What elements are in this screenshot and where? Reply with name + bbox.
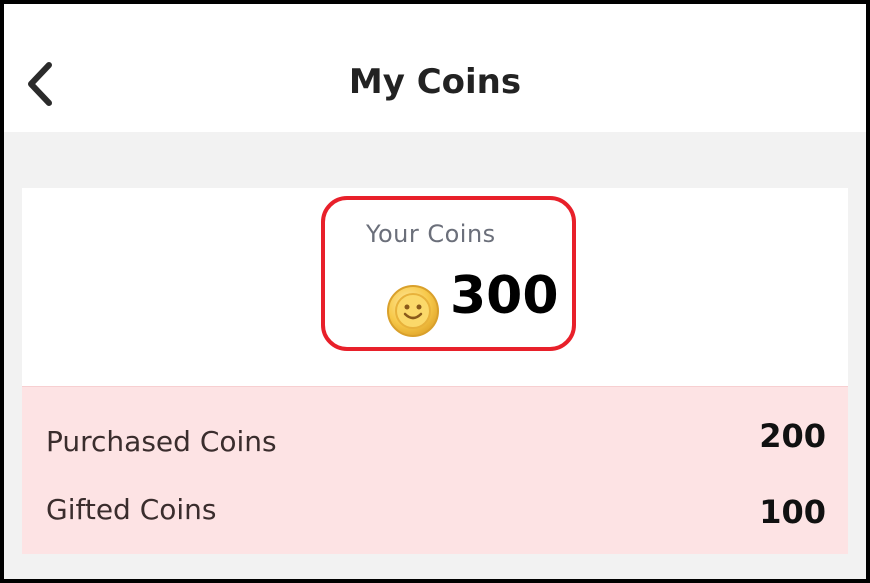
gifted-coins-value: 100	[759, 493, 826, 531]
page-title: My Coins	[348, 62, 522, 102]
purchased-coins-value: 200	[759, 417, 826, 455]
your-coins-label: Your Coins	[366, 220, 496, 248]
app-screen: My Coins Your Coins 300 Purchased Coins …	[0, 0, 870, 583]
gifted-coins-label: Gifted Coins	[46, 493, 217, 526]
total-coins-value: 300	[450, 266, 559, 326]
coin-icon	[387, 285, 439, 337]
top-nav-bar: My Coins	[4, 4, 866, 132]
coin-balance-card: Your Coins 300	[22, 188, 848, 386]
coin-breakdown: Purchased Coins 200 Gifted Coins 100	[22, 386, 848, 554]
purchased-coins-label: Purchased Coins	[46, 425, 277, 458]
